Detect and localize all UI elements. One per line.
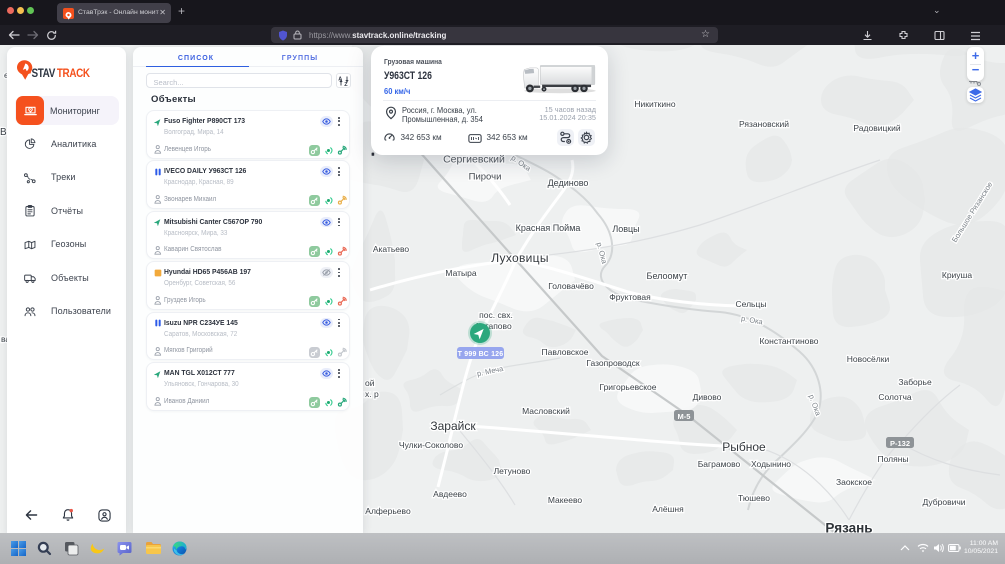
svg-text:Поляны: Поляны <box>877 454 908 464</box>
svg-text:Зарайск: Зарайск <box>430 419 476 433</box>
svg-text:Павловское: Павловское <box>542 347 589 357</box>
svg-text:Ходынино: Ходынино <box>751 459 791 469</box>
svg-text:Матыра: Матыра <box>445 268 476 278</box>
svg-text:TRACK: TRACK <box>57 67 90 80</box>
svg-text:ой: ой <box>365 378 375 388</box>
svg-text:STAV: STAV <box>31 67 56 80</box>
svg-text:Макеево: Макеево <box>548 495 583 505</box>
svg-text:Сельцы: Сельцы <box>736 299 767 309</box>
svg-text:Дивово: Дивово <box>693 392 722 402</box>
svg-text:Алферьево: Алферьево <box>365 506 411 516</box>
svg-text:Радовицкий: Радовицкий <box>853 123 900 133</box>
svg-text:Пирочи: Пирочи <box>469 171 502 182</box>
svg-text:Григорьевское: Григорьевское <box>599 382 656 392</box>
svg-text:Z: Z <box>344 82 348 87</box>
svg-text:Алёшня: Алёшня <box>652 504 684 514</box>
svg-text:Акатьево: Акатьево <box>373 244 410 254</box>
svg-text:Криуша: Криуша <box>942 270 972 280</box>
svg-text:Р-132: Р-132 <box>890 439 910 448</box>
svg-text:Луховицы: Луховицы <box>491 251 549 265</box>
svg-text:Солотча: Солотча <box>878 392 912 402</box>
svg-text:пос. свх.: пос. свх. <box>479 310 513 320</box>
svg-text:Белоомут: Белоомут <box>647 271 688 281</box>
svg-text:Рыбное: Рыбное <box>722 440 766 454</box>
svg-text:Авдеево: Авдеево <box>433 489 467 499</box>
svg-text:В: В <box>0 127 7 138</box>
svg-text:Сергиевский: Сергиевский <box>443 154 505 166</box>
svg-text:Красная Пойма: Красная Пойма <box>516 223 581 233</box>
svg-text:Никиткино: Никиткино <box>634 99 675 109</box>
svg-text:М-5: М-5 <box>678 412 691 421</box>
svg-text:Рязановский: Рязановский <box>739 119 789 129</box>
svg-text:Новосёлки: Новосёлки <box>847 354 890 364</box>
svg-text:Т 999 ВС 126: Т 999 ВС 126 <box>458 351 504 358</box>
svg-text:Летуново: Летуново <box>494 466 531 476</box>
svg-text:Тюшево: Тюшево <box>738 493 770 503</box>
svg-text:Головачёво: Головачёво <box>548 281 594 291</box>
svg-text:Баграмово: Баграмово <box>698 459 741 469</box>
svg-text:х. р: х. р <box>365 389 379 399</box>
svg-text:Дединово: Дединово <box>548 178 589 188</box>
svg-text:Константиново: Константиново <box>759 336 818 346</box>
svg-text:Заокское: Заокское <box>836 477 872 487</box>
svg-text:Рязань: Рязань <box>825 521 872 533</box>
svg-text:Ловцы: Ловцы <box>612 224 639 234</box>
svg-text:Дубровичи: Дубровичи <box>922 497 965 507</box>
svg-text:Заборье: Заборье <box>898 377 932 387</box>
svg-text:Газопроводск: Газопроводск <box>586 358 640 368</box>
svg-text:Чулки-Соколово: Чулки-Соколово <box>399 440 463 450</box>
svg-text:Масловский: Масловский <box>522 406 570 416</box>
svg-text:Фруктовая: Фруктовая <box>609 292 651 302</box>
